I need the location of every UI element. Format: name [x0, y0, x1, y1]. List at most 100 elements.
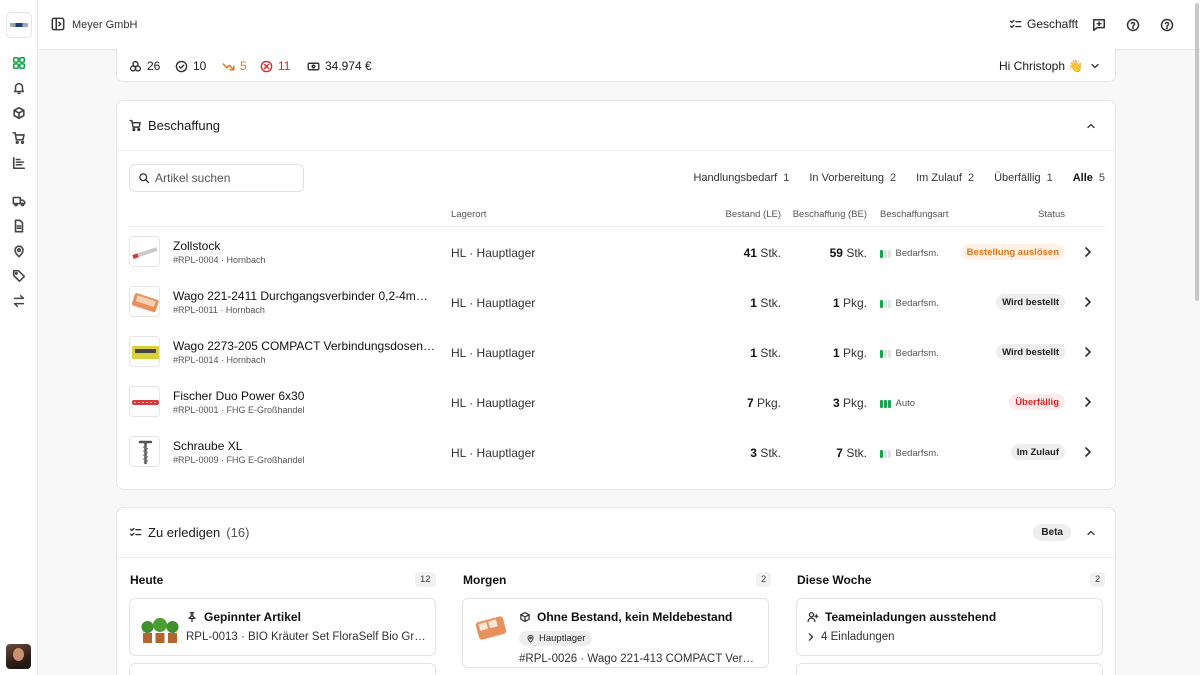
task-subtitle[interactable]: 4 Einladungen	[807, 631, 1007, 643]
filter-count: 5	[1098, 172, 1105, 184]
search-input[interactable]	[155, 171, 295, 185]
chevron-right-icon[interactable]	[1083, 296, 1093, 308]
filter-in-preparation[interactable]: In Vorbereitung 2	[809, 172, 896, 184]
help-icon[interactable]	[1126, 18, 1140, 32]
column-title-today: Heute	[130, 573, 164, 587]
stat-empty[interactable]: 11	[260, 59, 290, 73]
filter-all[interactable]: Alle 5	[1073, 172, 1105, 184]
task-card[interactable]	[796, 663, 1103, 675]
company-logo[interactable]	[6, 12, 32, 38]
status-badge[interactable]: Im Zulauf	[1010, 444, 1065, 460]
procurement-type: Bedarfsm.	[880, 298, 939, 309]
banknote-icon	[307, 62, 320, 70]
stat-articles[interactable]: 26	[129, 59, 160, 73]
product-image	[129, 386, 160, 417]
todo-header[interactable]: Zu erledigen (16) Beta	[117, 508, 1115, 558]
product-image	[141, 618, 179, 643]
chevron-up-icon[interactable]	[1085, 527, 1097, 539]
filter-incoming[interactable]: Im Zulauf 2	[916, 172, 974, 184]
status-badge[interactable]: Überfällig	[1009, 394, 1065, 410]
dashboard-icon[interactable]	[11, 55, 27, 71]
stat-value: 10	[193, 59, 207, 73]
stat-low[interactable]: 5	[222, 59, 247, 73]
transfer-icon[interactable]	[11, 293, 27, 309]
task-subtitle: RPL-0013 · BIO Kräuter Set FloraSelf Bio…	[186, 631, 426, 643]
table-row[interactable]: Fischer Duo Power 6x30 #RPL-0001 · FHG E…	[117, 377, 1115, 427]
chevron-right-icon[interactable]	[1083, 246, 1093, 258]
company-name: Meyer GmbH	[72, 19, 138, 31]
sidebar-toggle-icon[interactable]	[51, 17, 65, 31]
table-row[interactable]: Zollstock #RPL-0004 · Hornbach HL · Haup…	[117, 227, 1115, 277]
stat-value: 11	[278, 59, 291, 73]
procurement-header[interactable]: Beschaffung	[117, 101, 1115, 151]
task-title: Gepinnter Artikel	[186, 610, 301, 624]
chart-icon[interactable]	[11, 155, 27, 171]
status-badge[interactable]: Bestellung auslösen	[960, 244, 1065, 260]
tag-icon[interactable]	[11, 268, 27, 284]
feedback-icon[interactable]	[1092, 18, 1106, 32]
stock-qty: 1 Stk.	[750, 296, 781, 310]
support-icon[interactable]	[1160, 18, 1174, 32]
bell-icon[interactable]	[11, 80, 27, 96]
column-header-type[interactable]: Beschaffungsart	[880, 209, 948, 220]
done-button[interactable]: Geschafft	[1009, 17, 1078, 31]
task-card[interactable]: Ohne Bestand, kein Meldebestand Hauptlag…	[462, 598, 769, 668]
task-title: Teameinladungen ausstehend	[807, 610, 996, 624]
table-row[interactable]: Wago 2273-205 COMPACT Verbindungsdosenkl…	[117, 327, 1115, 377]
column-header-order[interactable]: Beschaffung (BE)	[793, 209, 867, 220]
column-title-tomorrow: Morgen	[463, 573, 507, 587]
cart-icon[interactable]	[11, 130, 27, 146]
checklist-icon	[129, 527, 142, 537]
left-rail	[0, 0, 38, 675]
column-header-status[interactable]: Status	[1038, 209, 1065, 220]
level-bars	[880, 349, 891, 358]
chevron-up-icon[interactable]	[1085, 120, 1097, 132]
task-card[interactable]: Gepinnter Artikel RPL-0013 · BIO Kräuter…	[129, 598, 436, 656]
product-sku: #RPL-0004 · Hornbach	[173, 255, 266, 265]
checklist-icon	[1009, 19, 1022, 28]
column-header-location[interactable]: Lagerort	[451, 209, 486, 220]
status-badge[interactable]: Wird bestellt	[996, 344, 1065, 360]
product-name: Fischer Duo Power 6x30	[173, 389, 305, 403]
product-image	[129, 436, 160, 467]
package-icon[interactable]	[11, 105, 27, 121]
scrollbar-thumb[interactable]	[1195, 3, 1199, 301]
task-card[interactable]: Teameinladungen ausstehend 4 Einladungen	[796, 598, 1103, 656]
procurement-type: Bedarfsm.	[880, 348, 939, 359]
product-image	[129, 286, 160, 317]
filter-action-needed[interactable]: Handlungsbedarf 1	[693, 172, 789, 184]
table-row[interactable]: Wago 221-2411 Durchgangsverbinder 0,2-4m…	[117, 277, 1115, 327]
product-name: Wago 2273-205 COMPACT Verbindungsdosenkl…	[173, 339, 437, 353]
document-icon[interactable]	[11, 218, 27, 234]
product-image	[129, 336, 160, 367]
table-row[interactable]: Schraube XL #RPL-0009 · FHG E-Großhandel…	[117, 427, 1115, 477]
procurement-card: Beschaffung Handlungsbedarf 1 In Vorberei…	[116, 100, 1116, 490]
user-menu[interactable]: Hi Christoph 👋	[999, 59, 1101, 73]
chevron-down-icon	[1091, 63, 1099, 69]
truck-icon[interactable]	[11, 193, 27, 209]
chevron-right-icon[interactable]	[1083, 346, 1093, 358]
order-qty: 3 Pkg.	[832, 396, 867, 410]
task-subtitle: #RPL-0026 · Wago 221-413 COMPACT Verbind…	[519, 653, 759, 665]
stat-value-total[interactable]: 34.974 €	[307, 59, 372, 73]
column-header-stock[interactable]: Bestand (LE)	[726, 209, 781, 220]
location-pin-icon[interactable]	[11, 243, 27, 259]
task-card[interactable]	[129, 663, 436, 675]
user-avatar[interactable]	[6, 644, 31, 669]
done-button-label: Geschafft	[1027, 17, 1079, 31]
storage-location: HL · Hauptlager	[451, 396, 536, 410]
chevron-right-icon[interactable]	[1083, 446, 1093, 458]
stat-ok[interactable]: 10	[175, 59, 206, 73]
chevron-right-icon	[808, 633, 814, 641]
x-circle-icon	[260, 60, 273, 72]
filter-overdue[interactable]: Überfällig 1	[994, 172, 1053, 184]
column-count: 2	[756, 572, 772, 587]
order-qty: 59 Stk.	[829, 246, 867, 260]
status-badge[interactable]: Wird bestellt	[996, 294, 1065, 310]
column-title-this-week: Diese Woche	[797, 573, 872, 587]
article-search[interactable]	[129, 164, 304, 192]
product-image	[129, 236, 160, 267]
location-pin-icon	[527, 634, 534, 643]
page-scrollbar[interactable]	[1194, 0, 1200, 675]
chevron-right-icon[interactable]	[1083, 396, 1093, 408]
